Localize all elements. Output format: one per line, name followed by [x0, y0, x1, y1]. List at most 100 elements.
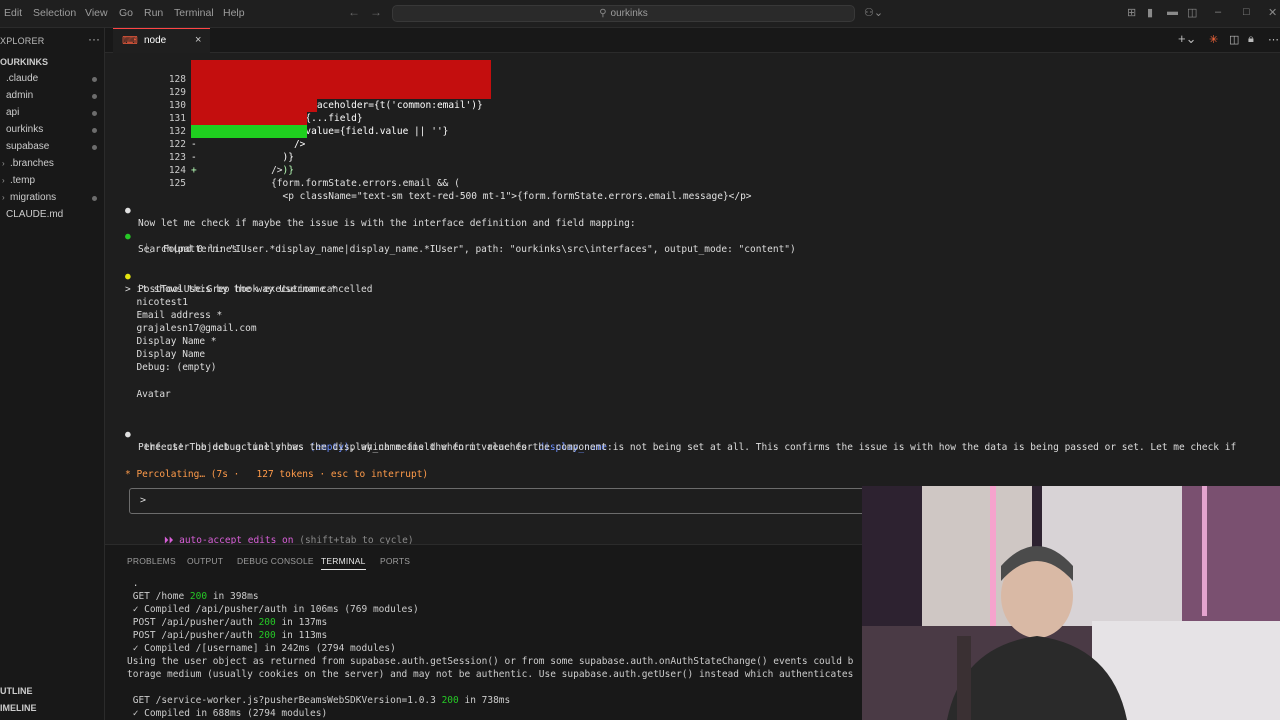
- diff-line-removed: 130 - value={field.value || ''}: [105, 86, 491, 137]
- tab-ports[interactable]: PORTS: [380, 556, 410, 566]
- tool-result: ⎿ Found 0 lines: [105, 230, 237, 255]
- command-center-search[interactable]: ⚲ ourkinks: [392, 5, 855, 22]
- tree-item-branches[interactable]: › .branches: [2, 158, 54, 174]
- minimize-icon[interactable]: –: [1215, 6, 1221, 18]
- user-text: Display Name *: [125, 336, 217, 347]
- customize-layout-icon[interactable]: ⊞: [1127, 6, 1136, 19]
- tab-output[interactable]: OUTPUT: [187, 556, 223, 566]
- close-icon[interactable]: ×: [195, 34, 201, 46]
- tab-problems[interactable]: PROBLEMS: [127, 556, 176, 566]
- line-number: 130: [168, 100, 186, 111]
- diff-line-context: 125 <p className="text-sm text-red-500 m…: [105, 164, 752, 202]
- tool-call-search: ● Search(pattern: "IUser.*display_name|d…: [105, 217, 796, 255]
- git-status-dot: [92, 77, 97, 82]
- status-code: 200: [441, 695, 459, 706]
- search-icon: ⚲: [599, 8, 607, 19]
- terminal-line: POST /api/pusher/auth 200 in 113ms: [127, 629, 328, 642]
- tree-item-supabase[interactable]: supabase: [6, 141, 49, 157]
- terminal-text: POST /api/pusher/auth: [127, 617, 259, 628]
- claude-icon[interactable]: ✳: [1209, 33, 1218, 46]
- tree-item-migrations[interactable]: › migrations: [2, 192, 56, 208]
- menu-terminal[interactable]: Terminal: [174, 7, 214, 19]
- toggle-secondary-sidebar-icon[interactable]: ◫: [1187, 6, 1197, 19]
- terminal-text: ✓ Compiled in 688ms (2794 modules): [127, 708, 328, 719]
- tree-item-label: api: [6, 107, 20, 118]
- tab-node-terminal[interactable]: ⌨ node ×: [113, 28, 210, 53]
- chevron-right-icon: ›: [2, 176, 5, 185]
- terminal-line: .: [127, 577, 139, 590]
- more-actions-icon[interactable]: ···: [88, 32, 100, 46]
- more-icon[interactable]: ⋯: [1268, 33, 1279, 46]
- line-number: 124: [168, 165, 186, 176]
- menu-view[interactable]: View: [85, 7, 108, 19]
- chevron-right-icon: ›: [2, 193, 5, 202]
- menu-run[interactable]: Run: [144, 7, 163, 19]
- status-code: 200: [189, 591, 208, 602]
- maximize-icon[interactable]: □: [1243, 6, 1250, 18]
- terminal-line: ✓ Compiled in 688ms (2794 modules): [127, 707, 327, 720]
- claude-terminal-editor[interactable]: 128 - placeholder={t('common:email')} 12…: [105, 54, 1280, 546]
- status-code: 200: [258, 617, 276, 628]
- diff-removed-highlight: [191, 60, 491, 73]
- tree-item-ourkinks[interactable]: ourkinks: [6, 124, 43, 140]
- menu-go[interactable]: Go: [119, 7, 133, 19]
- tree-item-api[interactable]: api: [6, 107, 19, 123]
- tree-item-label: ourkinks: [6, 124, 44, 135]
- diff-added-highlight: [191, 125, 307, 138]
- toggle-sidebar-icon[interactable]: ▮: [1147, 6, 1153, 19]
- diff-removed-highlight: [191, 86, 491, 99]
- diff-removed-highlight: [191, 99, 317, 112]
- timeline-section[interactable]: IMELINE: [0, 703, 37, 713]
- webcam-feed-illustration: [862, 486, 1280, 720]
- split-editor-icon[interactable]: ◫: [1229, 33, 1239, 46]
- tree-item-label: .temp: [10, 175, 36, 186]
- copilot-icon[interactable]: ⚇⌄: [864, 6, 883, 19]
- terminal-line: GET /home 200 in 398ms: [127, 590, 259, 603]
- diff-line-removed: 129 - {...field}: [105, 73, 491, 124]
- forward-arrow-icon[interactable]: →: [370, 5, 382, 19]
- terminal-line: Using the user object as returned from s…: [127, 655, 853, 668]
- terminal-line: GET /service-worker.js?pusherBeamsWebSDK…: [127, 694, 511, 707]
- tab-debug-console[interactable]: DEBUG CONSOLE: [237, 556, 314, 566]
- percolating-status: * Percolating… (7s · 127 tokens · esc to…: [125, 469, 429, 480]
- line-number: 125: [168, 178, 186, 189]
- menu-edit[interactable]: Edit: [4, 7, 22, 19]
- menu-help[interactable]: Help: [223, 7, 245, 19]
- diff-code: - />: [191, 139, 306, 150]
- terminal-text: ✓ Compiled /api/pusher/auth in 106ms (76…: [127, 604, 419, 615]
- tree-item-claude-md[interactable]: CLAUDE.md: [6, 209, 63, 225]
- terminal-tab-icon: ⌨: [122, 35, 138, 47]
- tree-item-claude[interactable]: .claude: [6, 73, 38, 89]
- command-center-label: ourkinks: [610, 8, 648, 19]
- tab-terminal[interactable]: TERMINAL: [321, 556, 366, 570]
- assistant-text: the user object actually has the display…: [138, 442, 613, 453]
- user-text: Display Name: [125, 349, 206, 360]
- terminal-text: Using the user object as returned from s…: [127, 656, 854, 667]
- tree-item-admin[interactable]: admin: [6, 90, 33, 106]
- workspace-root[interactable]: OURKINKS: [0, 57, 48, 67]
- back-arrow-icon[interactable]: ←: [348, 5, 360, 19]
- hook-bullet: ●: [125, 271, 131, 282]
- terminal-text: GET /service-worker.js?pusherBeamsWebSDK…: [127, 695, 442, 706]
- webcam-overlay: [862, 486, 1280, 720]
- lock-icon[interactable]: 🔒︎: [1248, 33, 1254, 46]
- line-number: 131: [168, 113, 186, 124]
- prompt-input[interactable]: >: [129, 488, 869, 514]
- tree-item-temp[interactable]: › .temp: [2, 175, 35, 191]
- tool-result-text: ⎿ Found 0 lines: [142, 244, 238, 255]
- git-status-dot: [92, 111, 97, 116]
- close-window-icon[interactable]: ✕: [1268, 6, 1277, 19]
- menu-selection[interactable]: Selection: [33, 7, 76, 19]
- chevron-right-icon: ›: [2, 159, 5, 168]
- line-number: 123: [168, 152, 186, 163]
- assistant-message-cont: the user object actually has the display…: [105, 428, 613, 453]
- message-bullet: ●: [125, 205, 131, 216]
- diff-removed-highlight: [191, 73, 491, 86]
- terminal-text: in 137ms: [275, 617, 328, 628]
- line-number: 122: [168, 139, 186, 150]
- new-terminal-icon[interactable]: +⌄: [1178, 31, 1196, 47]
- tab-label: node: [144, 35, 167, 46]
- toggle-panel-icon[interactable]: ▬: [1167, 6, 1178, 18]
- outline-section[interactable]: UTLINE: [0, 686, 33, 696]
- terminal-line: torage medium (usually cookies on the se…: [127, 668, 853, 681]
